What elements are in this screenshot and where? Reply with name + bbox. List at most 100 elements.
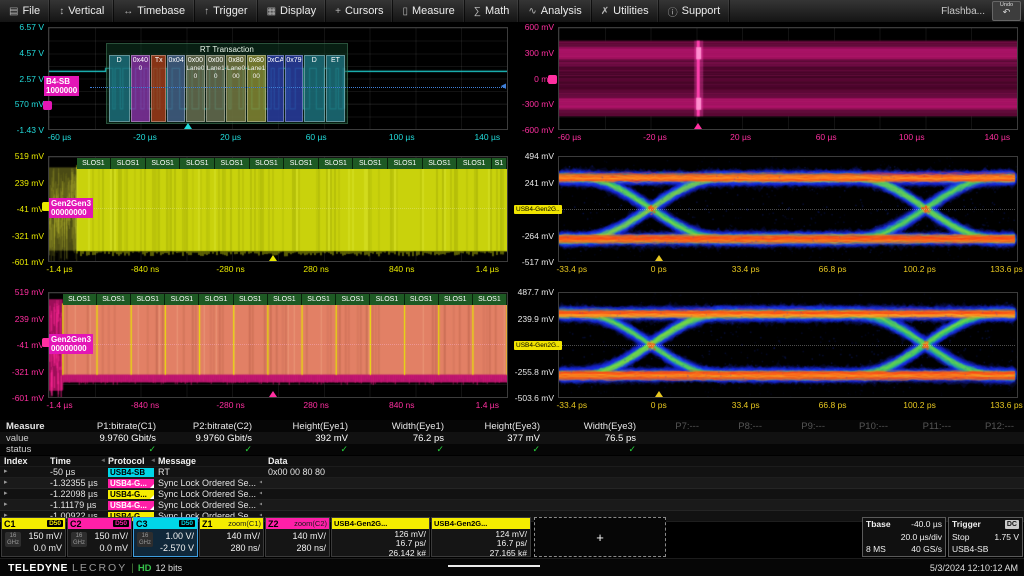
decode-slot-label: SLOS1 <box>131 294 165 305</box>
status-ok-icon: ✓ <box>550 444 636 455</box>
expand-arrow-icon: ▸ <box>4 489 8 499</box>
measure-param-header[interactable]: P11:--- <box>898 421 961 432</box>
measure-value-cell: 392 mV <box>262 433 358 444</box>
decode-block-label: 0x00 <box>188 56 203 65</box>
row-index-cell[interactable]: ▸1 <box>4 467 11 477</box>
measure-param-header[interactable]: P1:bitrate(C1) <box>70 421 166 432</box>
column-header-time[interactable]: Time <box>50 456 71 466</box>
y-tick-label: 2.57 V <box>0 74 44 84</box>
y-tick-label: 300 mV <box>512 48 554 58</box>
trace-tag-usb4-gen2: USB4-Gen2G.. <box>514 341 562 350</box>
descriptor-c1-0[interactable]: C1D5016GHz150 mV/0.0 mV <box>1 517 66 557</box>
trigger-level-line <box>90 87 504 88</box>
plot-eye3[interactable] <box>558 292 1018 398</box>
row-index-cell[interactable]: ▸2 <box>4 478 11 488</box>
decode-slos-bar: SLOS1SLOS1SLOS1SLOS1SLOS1SLOS1SLOS1SLOS1… <box>77 158 507 169</box>
descriptor-header: USB4-Gen2G... <box>332 518 429 529</box>
y-tick-label: -41 mV <box>0 204 44 214</box>
decode-slos-bar: SLOS1SLOS1SLOS1SLOS1SLOS1SLOS1SLOS1SLOS1… <box>63 294 507 305</box>
descriptor-subtitle: zoom(C1) <box>228 519 261 528</box>
waveform-c2band[interactable] <box>559 28 1017 129</box>
decode-block-label: 0x79 <box>286 56 301 65</box>
decode-block-sub: Lane0 <box>186 65 204 73</box>
column-header-index[interactable]: Index <box>4 456 28 466</box>
descriptor-z1-3[interactable]: Z1zoom(C1)140 mV/280 ns/ <box>199 517 264 557</box>
row-index-cell[interactable]: ▸3 <box>4 489 11 499</box>
measure-value-row: value9.9760 Gbit/s9.9760 Gbit/s392 mV76.… <box>0 432 1024 444</box>
status-ok-icon: ✓ <box>454 444 540 455</box>
column-header-protocol[interactable]: Protocol <box>108 456 145 466</box>
x-tick-label: -33.4 ps <box>548 264 596 274</box>
decode-block: D <box>109 55 130 121</box>
measure-param-header[interactable]: P7:--- <box>646 421 709 432</box>
decode-slot-label: SLOS1 <box>234 294 268 305</box>
plot-c2band[interactable] <box>558 27 1018 130</box>
descriptor-header: USB4-Gen2G... <box>432 518 530 529</box>
protocol-row[interactable]: ▸4-1.11179 µsUSB4-G...Sync Lock Ordered … <box>0 500 1024 511</box>
decoder-label-line1: Gen2Gen3 <box>51 335 91 344</box>
trigger-time-marker <box>655 391 663 397</box>
descriptor-c2-1[interactable]: C2D5016GHz150 mV/0.0 mV <box>67 517 132 557</box>
decode-slot-label: SLOS1 <box>199 294 233 305</box>
descriptor-z2-4[interactable]: Z2zoom(C2)140 mV/280 ns/ <box>265 517 330 557</box>
bandwidth-chip: 16GHz <box>5 532 21 547</box>
measure-param-header[interactable]: P9:--- <box>772 421 835 432</box>
measure-header-row: MeasureP1:bitrate(C1)P2:bitrate(C2)Heigh… <box>0 420 1024 432</box>
row-index-cell[interactable]: ▸4 <box>4 500 11 510</box>
timebase-title: Tbase <box>866 518 891 531</box>
decode-block-sub: Lane0 <box>227 65 245 73</box>
protocol-badge: USB4-G... <box>108 479 154 488</box>
impedance-badge: D50 <box>113 520 129 527</box>
decoder-label-gen2gen3: Gen2Gen300000000 <box>49 334 93 354</box>
measure-param-header[interactable]: Height(Eye3) <box>454 421 550 432</box>
decode-block-label: ET <box>331 56 340 65</box>
measure-param-header[interactable]: P10:--- <box>835 421 898 432</box>
y-tick-label: 239.9 mV <box>512 314 554 324</box>
plot-z2[interactable]: SLOS1SLOS1SLOS1SLOS1SLOS1SLOS1SLOS1SLOS1… <box>48 292 508 398</box>
protocol-row[interactable]: ▸3-1.22098 µsUSB4-G...Sync Lock Ordered … <box>0 489 1024 500</box>
decoder-label-line1: B4-SB <box>46 77 77 86</box>
protocol-badge: USB4-G... <box>108 490 154 499</box>
protocol-row[interactable]: ▸1-50 µsUSB4-SBRT0x00 00 80 80 <box>0 467 1024 478</box>
bandwidth-chip-line: GHz <box>139 540 151 547</box>
plot-z1[interactable]: SLOS1SLOS1SLOS1SLOS1SLOS1SLOS1SLOS1SLOS1… <box>48 156 508 262</box>
measure-param-header[interactable]: Width(Eye3) <box>550 421 646 432</box>
measure-param-header[interactable]: P8:--- <box>709 421 772 432</box>
row-message-cell: Sync Lock Ordered Se...◄ <box>158 489 262 499</box>
descriptor-value: 140 mV/ <box>266 530 326 542</box>
trigger-summary-box[interactable]: Trigger DC Stop 1.75 V USB4-SB <box>948 517 1023 557</box>
column-header-message[interactable]: Message <box>158 456 196 466</box>
sort-handle-icon[interactable]: ◄ <box>150 458 156 464</box>
bandwidth-chip-line: GHz <box>73 540 85 547</box>
plot-sb[interactable]: ◀RT TransactionD0x400Tx0x040x00Lane000x0… <box>48 27 508 130</box>
datetime-label: 5/3/2024 12:10:12 AM <box>930 563 1024 573</box>
measure-param-header[interactable]: P2:bitrate(C2) <box>166 421 262 432</box>
decode-slot-label: SLOS1 <box>165 294 199 305</box>
x-tick-label: -20 µs <box>631 132 679 142</box>
descriptor-value: 280 ns/ <box>266 542 326 554</box>
descriptor-usb4gen2g-6[interactable]: USB4-Gen2G...124 mV/16.7 ps/27.165 k# <box>431 517 531 557</box>
sort-handle-icon[interactable]: ◄ <box>100 458 106 464</box>
decode-slot-label: SLOS1 <box>405 294 439 305</box>
plot-eye1[interactable] <box>558 156 1018 262</box>
measure-param-header[interactable]: Height(Eye1) <box>262 421 358 432</box>
impedance-badge: D50 <box>47 520 63 527</box>
column-header-data[interactable]: Data <box>268 456 288 466</box>
descriptor-c3-2[interactable]: C3D5016GHz1.00 V/-2.570 V <box>133 517 198 557</box>
expand-arrow-icon: ▸ <box>4 467 8 477</box>
descriptor-subtitle: zoom(C2) <box>294 519 327 528</box>
measure-param-header[interactable]: P12:--- <box>961 421 1024 432</box>
timebase-summary-box[interactable]: Tbase -40.0 µs 20.0 µs/div 8 MS 40 GS/s <box>862 517 946 557</box>
add-trace-box[interactable]: + <box>534 517 666 557</box>
message-more-icon: ◄ <box>258 500 262 510</box>
decode-block-label: 0x04 <box>169 56 184 65</box>
descriptor-id: USB4-Gen2G... <box>434 519 487 528</box>
x-tick-label: 33.4 ps <box>722 264 770 274</box>
protocol-badge: USB4-G... <box>108 501 154 510</box>
trigger-title: Trigger <box>952 518 981 531</box>
descriptor-usb4gen2g-5[interactable]: USB4-Gen2G...126 mV/16.7 ps/26.142 k# <box>331 517 430 557</box>
measure-param-header[interactable]: Width(Eye1) <box>358 421 454 432</box>
level-arrow-icon: ◀ <box>501 83 506 91</box>
measure-status-cell: ✓ <box>262 444 358 455</box>
protocol-row[interactable]: ▸2-1.32355 µsUSB4-G...Sync Lock Ordered … <box>0 478 1024 489</box>
